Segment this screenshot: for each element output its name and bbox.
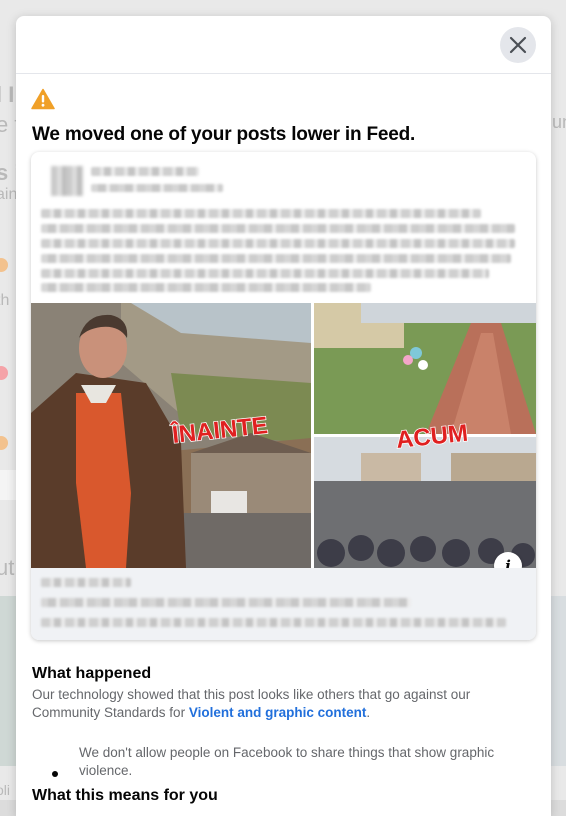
bg-text-fragment: th bbox=[0, 292, 10, 309]
close-icon bbox=[509, 36, 527, 54]
bg-text-fragment: un bbox=[552, 112, 566, 132]
post-preview-card[interactable]: ÎNAINTE ACUM i bbox=[31, 152, 536, 640]
policy-bullet-text: We don't allow people on Facebook to sha… bbox=[79, 745, 495, 778]
blurred-post-meta bbox=[91, 184, 223, 192]
post-photo-collage[interactable]: ÎNAINTE ACUM bbox=[31, 303, 536, 568]
what-happened-text: Our technology showed that this post loo… bbox=[32, 686, 522, 722]
blurred-post-text bbox=[41, 269, 489, 278]
bg-text-fragment: l I bbox=[0, 82, 15, 107]
bg-strip bbox=[0, 470, 16, 500]
what-this-means-heading: What this means for you bbox=[32, 787, 218, 804]
bg-reaction-icon bbox=[0, 436, 8, 450]
bg-text-fragment: ain bbox=[0, 186, 18, 203]
blurred-post-text bbox=[41, 283, 371, 292]
dialog-title: We moved one of your posts lower in Feed… bbox=[32, 124, 416, 145]
bg-reaction-icon bbox=[0, 258, 8, 272]
bg-reaction-icon bbox=[0, 366, 8, 380]
dialog-header bbox=[16, 16, 551, 74]
bg-text-fragment: ut bbox=[0, 555, 15, 580]
blurred-caption bbox=[41, 618, 506, 627]
what-happened-heading: What happened bbox=[32, 665, 152, 682]
close-button[interactable] bbox=[500, 27, 536, 63]
bg-strip bbox=[0, 596, 16, 766]
author-avatar bbox=[51, 166, 83, 196]
post-link-caption bbox=[31, 568, 536, 640]
warning-triangle-icon bbox=[31, 88, 55, 110]
blurred-post-text bbox=[41, 254, 511, 263]
bg-text-fragment: oli bbox=[0, 782, 11, 798]
blurred-post-text bbox=[41, 239, 515, 248]
blurred-caption bbox=[41, 598, 411, 607]
bg-strip bbox=[551, 596, 566, 766]
blurred-post-text bbox=[41, 209, 481, 218]
blurred-post-text bbox=[41, 224, 515, 233]
blurred-caption bbox=[41, 578, 131, 587]
blurred-author-name bbox=[91, 167, 199, 176]
what-happened-period: . bbox=[366, 705, 371, 720]
bullet-dot bbox=[52, 771, 58, 777]
community-standards-link[interactable]: Violent and graphic content bbox=[189, 705, 367, 720]
post-demoted-dialog: We moved one of your posts lower in Feed… bbox=[16, 16, 551, 816]
